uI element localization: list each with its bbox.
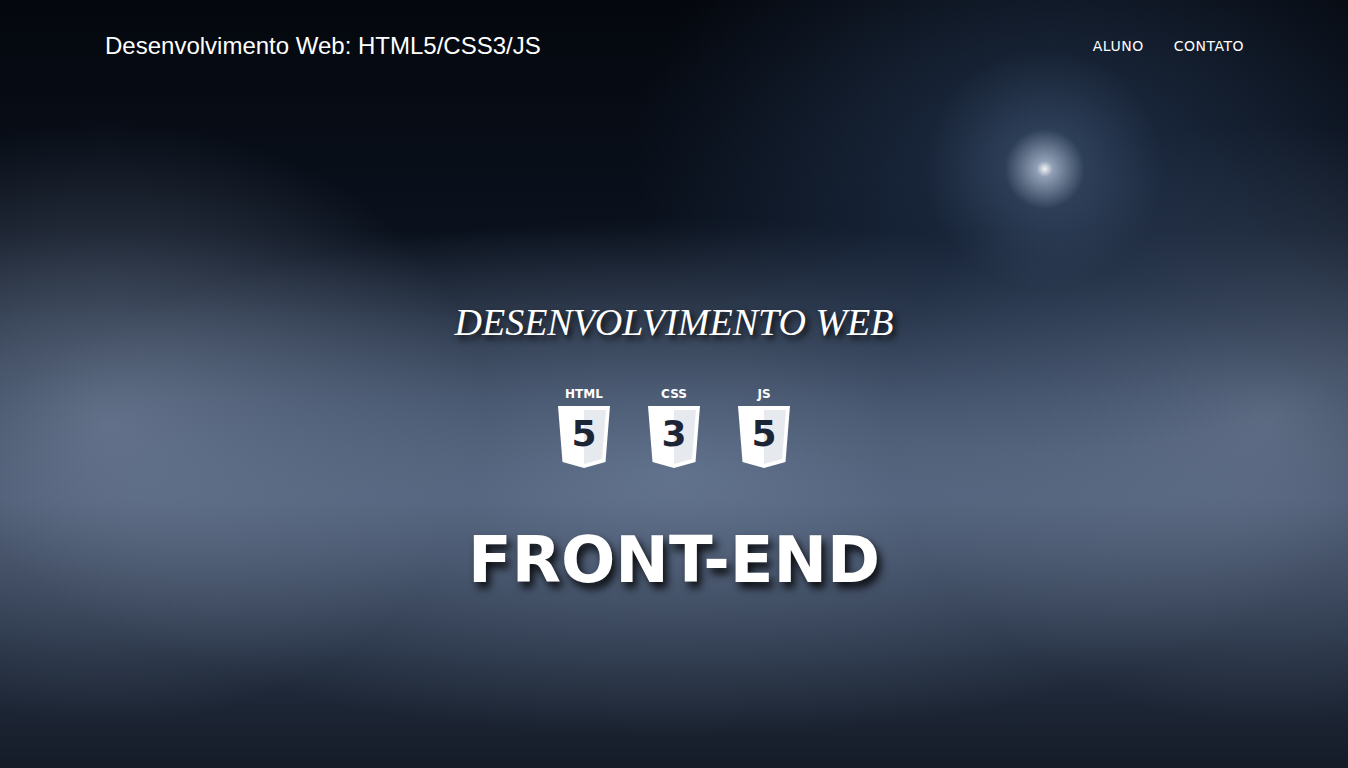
badge-label: HTML — [565, 388, 603, 400]
page: Desenvolvimento Web: HTML5/CSS3/JS ALUNO C… — [0, 0, 1348, 768]
shield: 3 — [646, 404, 702, 470]
shield-number: 5 — [736, 414, 792, 454]
hero-title: FRONT-END — [468, 524, 880, 598]
shield-number: 5 — [556, 414, 612, 454]
tech-badge: HTML 5 — [554, 388, 614, 470]
nav-link[interactable]: CONTATO — [1174, 38, 1244, 54]
badge-label: JS — [757, 388, 770, 400]
nav-link[interactable]: ALUNO — [1093, 38, 1144, 54]
tech-badge: JS 5 — [734, 388, 794, 470]
shield: 5 — [736, 404, 792, 470]
shield-number: 3 — [646, 414, 702, 454]
hero: DESENVOLVIMENTO WEB HTML 5 CSS 3 JS 5 FRONT-END — [0, 60, 1348, 597]
nav: ALUNO CONTATO — [1093, 38, 1244, 54]
badge-row: HTML 5 CSS 3 JS 5 — [554, 388, 794, 470]
brand-link[interactable]: Desenvolvimento Web: HTML5/CSS3/JS — [105, 32, 541, 60]
header: Desenvolvimento Web: HTML5/CSS3/JS ALUNO C… — [0, 0, 1348, 60]
badge-label: CSS — [661, 388, 687, 400]
shield: 5 — [556, 404, 612, 470]
tech-badge: CSS 3 — [644, 388, 704, 470]
hero-subtitle: DESENVOLVIMENTO WEB — [454, 300, 893, 346]
